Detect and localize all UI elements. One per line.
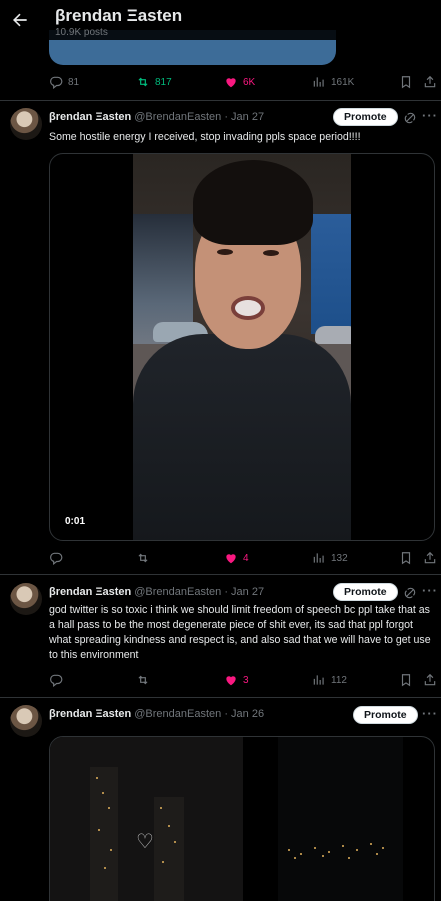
tweet-media[interactable]: ♡: [49, 736, 435, 901]
tweet-video[interactable]: 0:01: [49, 153, 435, 541]
share-icon: [424, 75, 436, 88]
more-icon[interactable]: ···: [422, 583, 438, 598]
share-icon: [424, 551, 436, 564]
views-button[interactable]: 112: [312, 670, 347, 690]
profile-name: βrendan Ξasten: [55, 6, 183, 25]
like-icon: [226, 676, 236, 686]
more-icon[interactable]: ···: [422, 108, 438, 123]
share-button[interactable]: [423, 670, 437, 690]
views-icon: [313, 675, 324, 685]
drawn-heart-icon: ♡: [136, 831, 154, 853]
avatar[interactable]: [10, 705, 42, 737]
views-button[interactable]: 132: [312, 548, 348, 568]
reply-count: 81: [68, 76, 80, 88]
views-icon: [313, 553, 324, 563]
promote-button[interactable]: Promote: [333, 108, 398, 126]
share-icon: [424, 673, 436, 686]
like-icon: [226, 78, 236, 88]
repost-count: 817: [155, 76, 172, 88]
prev-tweet-actions: 81 817 6K 161K: [0, 72, 441, 92]
divider: [0, 574, 441, 575]
reply-button[interactable]: 81: [49, 72, 79, 92]
tweet-author[interactable]: βrendan Ξasten @BrendanEasten · Jan 26: [49, 708, 264, 720]
author-handle-date: @BrendanEasten · Jan 26: [134, 708, 265, 720]
grok-icon[interactable]: [403, 586, 417, 600]
like-icon: [226, 554, 236, 564]
share-button[interactable]: [423, 72, 437, 92]
repost-button[interactable]: [136, 670, 155, 690]
views-button[interactable]: 161K: [312, 72, 354, 92]
tweet-text: god twitter is so toxic i think we shoul…: [49, 604, 431, 661]
author-name: βrendan Ξasten: [49, 586, 132, 598]
post-count: 10.9K posts: [55, 27, 108, 38]
repost-icon: [138, 675, 148, 685]
promote-button[interactable]: Promote: [333, 583, 398, 601]
divider: [0, 697, 441, 698]
like-button[interactable]: 6K: [224, 72, 255, 92]
repost-button[interactable]: 817: [136, 72, 172, 92]
author-name: βrendan Ξasten: [49, 708, 132, 720]
bookmark-icon: [401, 674, 411, 687]
tweet-author[interactable]: βrendan Ξasten @BrendanEasten · Jan 27: [49, 586, 264, 598]
tweet-author[interactable]: βrendan Ξasten @BrendanEasten · Jan 27: [49, 111, 264, 123]
grok-icon[interactable]: [403, 111, 417, 125]
views-count: 132: [331, 552, 348, 564]
profile-header: βrendan Ξasten 10.9K posts: [0, 0, 441, 40]
back-arrow-icon[interactable]: [10, 10, 30, 30]
tweet-text: Some hostile energy I received, stop inv…: [49, 131, 361, 143]
repost-icon: [138, 553, 148, 563]
author-handle-date: @BrendanEasten · Jan 27: [134, 111, 265, 123]
like-count: 3: [243, 674, 249, 686]
avatar[interactable]: [10, 108, 42, 140]
divider: [0, 100, 441, 101]
author-handle-date: @BrendanEasten · Jan 27: [134, 586, 265, 598]
reply-icon: [50, 674, 63, 687]
tweet-actions: 4 132: [0, 548, 441, 568]
reply-icon: [50, 552, 63, 565]
views-count: 161K: [331, 76, 355, 88]
avatar[interactable]: [10, 583, 42, 615]
reply-button[interactable]: [49, 670, 68, 690]
views-count: 112: [331, 674, 347, 686]
like-button[interactable]: 3: [224, 670, 249, 690]
like-button[interactable]: 4: [224, 548, 249, 568]
bookmark-button[interactable]: [399, 72, 413, 92]
media-image-city[interactable]: ♡: [50, 737, 243, 901]
video-timestamp: 0:01: [65, 516, 86, 527]
reply-icon: [50, 76, 63, 89]
more-icon[interactable]: ···: [422, 706, 438, 721]
views-icon: [313, 77, 324, 87]
video-frame[interactable]: [133, 154, 351, 540]
bookmark-icon: [401, 76, 411, 89]
bookmark-button[interactable]: [399, 670, 413, 690]
author-name: βrendan Ξasten: [49, 111, 132, 123]
promote-button[interactable]: Promote: [353, 706, 418, 724]
bookmark-button[interactable]: [399, 548, 413, 568]
bookmark-icon: [401, 552, 411, 565]
repost-button[interactable]: [136, 548, 155, 568]
repost-icon: [138, 77, 148, 87]
media-image-skyline[interactable]: [278, 737, 403, 901]
tweet-actions: 3 112: [0, 670, 441, 690]
share-button[interactable]: [423, 548, 437, 568]
like-count: 4: [243, 552, 249, 564]
like-count: 6K: [243, 76, 256, 88]
reply-button[interactable]: [49, 548, 68, 568]
